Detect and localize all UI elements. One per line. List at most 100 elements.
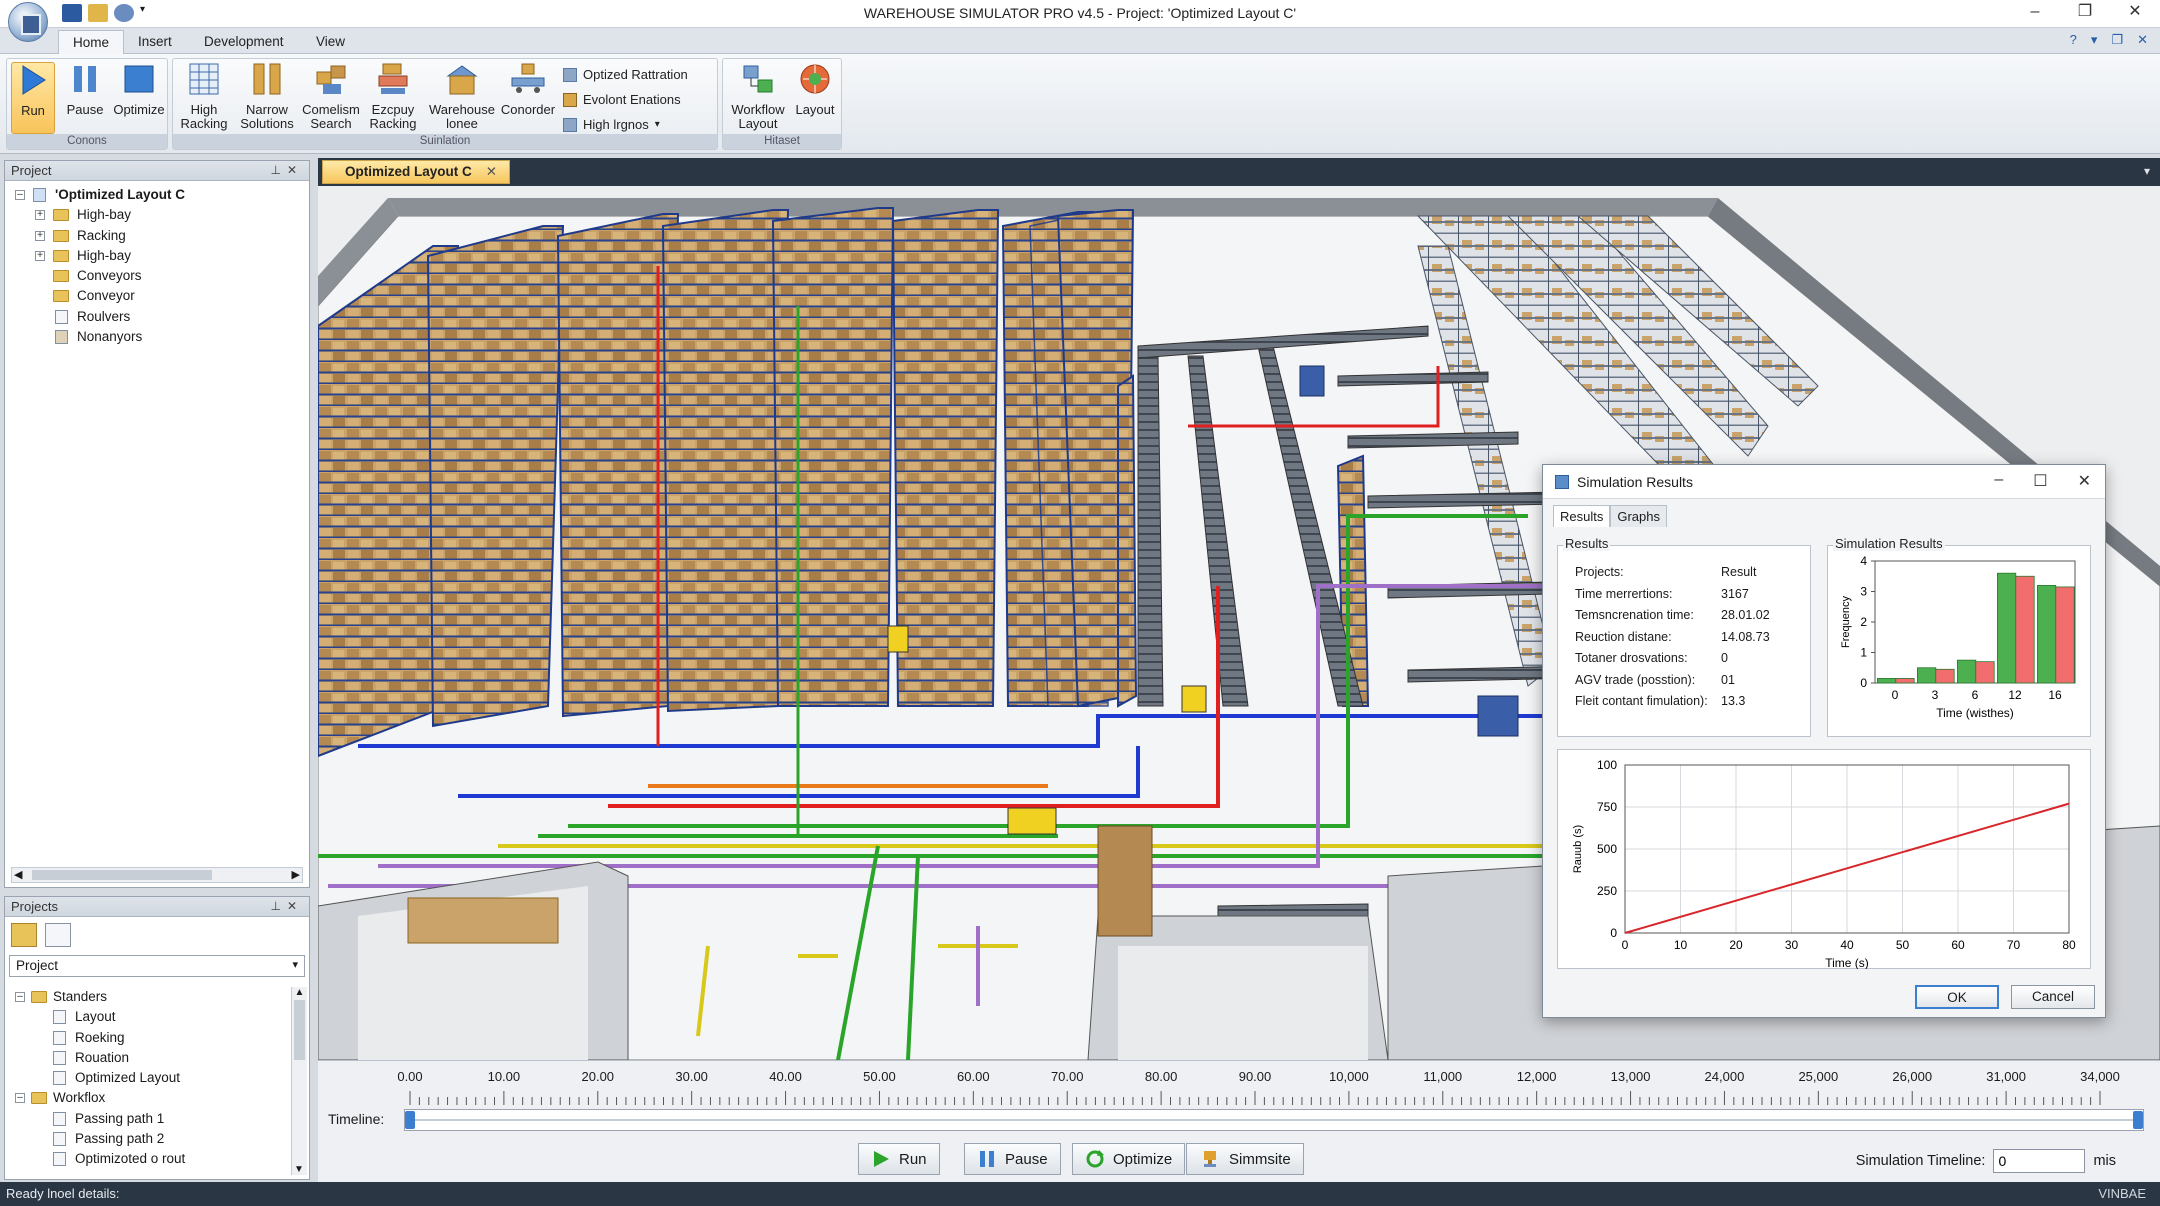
timeline-tick-label: 26,000 bbox=[1892, 1069, 1933, 1084]
timeline-simulate-button[interactable]: Simmsite bbox=[1186, 1143, 1304, 1175]
projects-tree-item[interactable]: Optimized Layout bbox=[5, 1068, 289, 1088]
timeline-end-handle[interactable] bbox=[2133, 1111, 2143, 1129]
timeline-slider[interactable] bbox=[404, 1109, 2144, 1131]
tab-results[interactable]: Results bbox=[1553, 505, 1611, 527]
x-tick-label: 6 bbox=[1972, 688, 1979, 702]
scroll-up-icon[interactable]: ▲ bbox=[292, 987, 307, 998]
tab-list-dropdown-icon[interactable]: ▾ bbox=[2144, 164, 2150, 178]
tab-development[interactable]: Development bbox=[190, 30, 298, 54]
group-label: Suinlation bbox=[173, 134, 717, 149]
dialog-maximize-button[interactable]: ☐ bbox=[2033, 471, 2047, 491]
collapse-icon[interactable]: – bbox=[15, 1093, 25, 1104]
tree-item[interactable]: + Racking bbox=[5, 226, 309, 246]
collapse-icon[interactable]: – bbox=[15, 992, 25, 1002]
tree-item[interactable]: Conveyor bbox=[5, 286, 309, 306]
expand-icon[interactable]: + bbox=[35, 210, 45, 221]
ribbon: Run Pause Optimize Conons High Racking N… bbox=[0, 54, 2160, 154]
tree-item-root[interactable]: – 'Optimized Layout C bbox=[5, 185, 309, 205]
racking-boxes-icon bbox=[378, 63, 408, 94]
close-button[interactable]: ✕ bbox=[2110, 0, 2160, 26]
expand-icon[interactable]: + bbox=[35, 230, 45, 241]
pause-button[interactable]: Pause bbox=[63, 62, 107, 117]
evolont-enations-button[interactable]: Evolont Enations bbox=[563, 92, 681, 107]
cancel-button[interactable]: Cancel bbox=[2011, 985, 2095, 1009]
timeline-optimize-button[interactable]: Optimize bbox=[1072, 1143, 1186, 1175]
tab-graphs[interactable]: Graphs bbox=[1610, 505, 1667, 527]
tab-view[interactable]: View bbox=[302, 30, 359, 54]
conorder-button[interactable]: Conorder bbox=[495, 62, 561, 117]
minimize-button[interactable]: – bbox=[2010, 0, 2060, 26]
x-tick-label: 80 bbox=[2062, 938, 2076, 952]
optimize-button[interactable]: Optimize bbox=[111, 62, 167, 117]
narrow-solutions-button[interactable]: Narrow Solutions bbox=[235, 62, 299, 131]
projects-tree-item[interactable]: Roeking bbox=[5, 1028, 289, 1048]
layout-button[interactable]: Layout bbox=[791, 62, 839, 117]
ribbon-close-icon[interactable]: ✕ bbox=[2137, 32, 2148, 48]
panel-close-icon[interactable]: ✕ bbox=[287, 163, 303, 177]
scrollbar-thumb[interactable] bbox=[294, 1000, 305, 1060]
timeline-start-handle[interactable] bbox=[405, 1111, 415, 1129]
x-tick-label: 10 bbox=[1674, 938, 1688, 952]
ribbon-restore-icon[interactable]: ❐ bbox=[2111, 32, 2123, 48]
tab-insert[interactable]: Insert bbox=[124, 30, 186, 54]
document-tab[interactable]: Optimized Layout C ✕ bbox=[322, 160, 511, 184]
tree-item[interactable]: Conveyors bbox=[5, 266, 309, 286]
x-tick-label: 3 bbox=[1932, 688, 1939, 702]
y-tick-label: 3 bbox=[1860, 585, 1867, 599]
results-group-label: Results bbox=[1563, 536, 1611, 551]
ezcpuy-racking-button[interactable]: Ezcpuy Racking bbox=[361, 62, 425, 131]
maximize-button[interactable]: ❐ bbox=[2060, 0, 2110, 26]
help-icon[interactable]: ? bbox=[2070, 32, 2077, 48]
group-label: Conons bbox=[7, 134, 167, 149]
workflow-layout-button[interactable]: Workflow Layout bbox=[727, 62, 789, 131]
project-dropdown[interactable]: Project ▾ bbox=[9, 955, 305, 977]
projects-tree-item[interactable]: Passing path 1 bbox=[5, 1109, 289, 1129]
new-project-icon[interactable] bbox=[45, 923, 71, 947]
ok-button[interactable]: OK bbox=[1915, 985, 1999, 1009]
optized-rattration-button[interactable]: Optized Rattration bbox=[563, 67, 688, 82]
collapse-icon[interactable]: – bbox=[15, 190, 25, 200]
tree-item[interactable]: + High-bay bbox=[5, 205, 309, 225]
dialog-minimize-button[interactable]: – bbox=[1994, 471, 2003, 491]
scroll-down-icon[interactable]: ▼ bbox=[292, 1164, 306, 1175]
close-tab-icon[interactable]: ✕ bbox=[486, 164, 497, 179]
scroll-left-icon[interactable]: ◀ bbox=[14, 868, 22, 881]
tab-home[interactable]: Home bbox=[58, 30, 125, 54]
warehouse-lonee-button[interactable]: Warehouse lonee bbox=[425, 62, 499, 131]
open-folder-icon[interactable] bbox=[11, 923, 37, 947]
folder-icon bbox=[53, 229, 69, 242]
horizontal-scrollbar[interactable]: ◀ ▶ bbox=[11, 867, 303, 883]
projects-tree-item[interactable]: – Standers bbox=[5, 987, 289, 1007]
high-racking-button[interactable]: High Racking bbox=[177, 62, 231, 131]
timeline-run-button[interactable]: Run bbox=[858, 1143, 940, 1175]
ribbon-minimize-icon[interactable]: ▾ bbox=[2091, 32, 2098, 48]
panel-close-icon[interactable]: ✕ bbox=[287, 899, 303, 913]
timeline-tick-label: 34,000 bbox=[2080, 1069, 2120, 1084]
simulation-timeline-input[interactable] bbox=[1993, 1149, 2086, 1173]
high-lrgnos-dropdown[interactable]: High lrgnos ▾ bbox=[563, 117, 660, 132]
dialog-close-button[interactable]: ✕ bbox=[2078, 471, 2091, 491]
vertical-scrollbar[interactable]: ▲ ▼ bbox=[291, 987, 307, 1175]
expand-icon[interactable]: + bbox=[35, 250, 45, 261]
tree-item[interactable]: Nonanyors bbox=[5, 327, 309, 347]
group-label: Hitaset bbox=[723, 134, 841, 149]
x-tick-label: 20 bbox=[1729, 938, 1743, 952]
run-button[interactable]: Run bbox=[11, 62, 55, 134]
pin-icon[interactable]: ⊥ bbox=[270, 899, 286, 913]
x-tick-label: 16 bbox=[2048, 688, 2062, 702]
tree-item[interactable]: Roulvers bbox=[5, 307, 309, 327]
projects-tree-item[interactable]: Optimizoted o rout bbox=[5, 1149, 289, 1169]
projects-tree-item[interactable]: Layout bbox=[5, 1007, 289, 1027]
ribbon-group-controls: Run Pause Optimize Conons bbox=[6, 58, 168, 150]
timeline-pause-button[interactable]: Pause bbox=[964, 1143, 1061, 1175]
scroll-right-icon[interactable]: ▶ bbox=[292, 868, 300, 881]
app-menu-button[interactable] bbox=[8, 2, 48, 42]
projects-tree-item[interactable]: Passing path 2 bbox=[5, 1129, 289, 1149]
projects-tree-item[interactable]: Rouation bbox=[5, 1048, 289, 1068]
projects-tree-item[interactable]: – Workflox bbox=[5, 1088, 289, 1108]
scrollbar-thumb[interactable] bbox=[32, 870, 212, 880]
tree-item[interactable]: + High-bay bbox=[5, 246, 309, 266]
status-bar: Ready lnoel details: VINBAE bbox=[0, 1182, 2160, 1206]
comelism-search-button[interactable]: Comelism Search bbox=[299, 62, 363, 131]
pin-icon[interactable]: ⊥ bbox=[270, 163, 286, 177]
